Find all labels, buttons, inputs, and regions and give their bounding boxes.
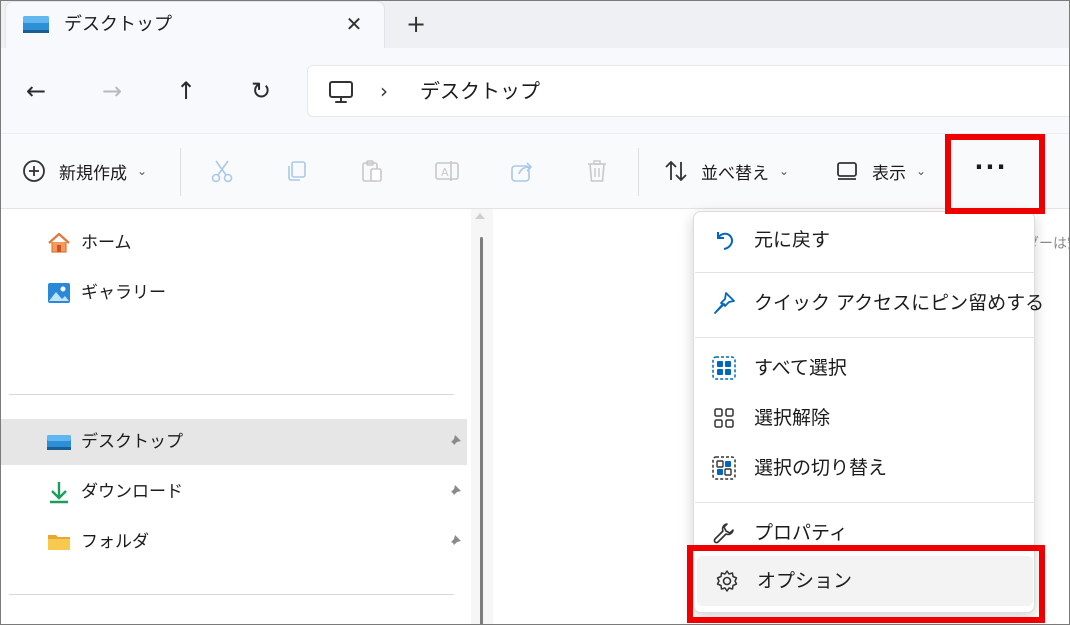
chevron-down-icon: ⌄: [137, 164, 148, 178]
menu-item-undo[interactable]: 元に戻す: [694, 215, 1034, 265]
copy-icon: [288, 161, 306, 181]
undo-icon: [717, 232, 734, 250]
new-button[interactable]: 新規作成 ⌄: [21, 156, 147, 186]
plus-circle-icon: [23, 160, 45, 182]
menu-item-label: 元に戻す: [754, 229, 831, 251]
nav-item-label: ギャラリー: [81, 283, 166, 303]
scroll-up-icon[interactable]: [475, 213, 485, 219]
breadcrumb-chevron-icon[interactable]: ›: [380, 78, 388, 104]
download-icon: [50, 482, 68, 504]
close-icon[interactable]: ✕: [340, 10, 368, 38]
computer-icon: [329, 81, 353, 103]
scissors-icon: [211, 160, 233, 183]
menu-divider: [695, 272, 1035, 273]
view-icon: [837, 162, 857, 180]
paste-button[interactable]: [359, 156, 385, 186]
sort-label: 並べ替え: [701, 163, 769, 184]
nav-divider: [9, 394, 454, 395]
cut-button[interactable]: [209, 156, 235, 186]
menu-item-label: 選択の切り替え: [754, 457, 888, 479]
nav-item-label: ホーム: [81, 233, 132, 253]
menu-divider: [695, 502, 1035, 503]
select-none-icon: [714, 408, 734, 428]
folder-icon: [48, 535, 70, 550]
nav-divider: [9, 594, 454, 595]
nav-item-desktop[interactable]: デスクトップ: [1, 419, 467, 465]
menu-item-label: 選択解除: [754, 407, 831, 429]
trash-icon: [588, 160, 606, 182]
view-label: 表示: [872, 163, 906, 184]
scrollbar-thumb[interactable]: [480, 237, 483, 624]
toolbar-divider: [180, 148, 181, 196]
rename-icon: A: [435, 161, 459, 181]
back-button[interactable]: ←: [19, 74, 53, 108]
wrench-icon: [713, 523, 734, 544]
share-button[interactable]: [509, 156, 535, 186]
nav-item-home[interactable]: ホーム: [1, 220, 467, 266]
desktop-folder-icon: [47, 435, 71, 450]
menu-item-select-all[interactable]: すべて選択: [694, 343, 1034, 393]
tab-bar: デスクトップ ✕ +: [1, 1, 1069, 48]
nav-item-gallery[interactable]: ギャラリー: [1, 270, 467, 316]
navigation-pane: ホーム ギャラリー デスクトップ ダウンロード フォルダ: [1, 209, 471, 624]
menu-item-invert-selection[interactable]: 選択の切り替え: [694, 443, 1034, 493]
nav-item-label: デスクトップ: [81, 432, 183, 452]
tab-desktop[interactable]: デスクトップ ✕: [5, 1, 385, 48]
view-button[interactable]: 表示 ⌄: [834, 156, 926, 186]
delete-button[interactable]: [584, 156, 610, 186]
chevron-down-icon: ⌄: [779, 164, 790, 178]
clipboard-icon: [362, 160, 382, 182]
gallery-icon: [48, 283, 70, 303]
sort-icon: [665, 160, 687, 182]
menu-item-label: すべて選択: [754, 357, 847, 379]
home-icon: [48, 232, 70, 253]
copy-button[interactable]: [284, 156, 310, 186]
rename-button[interactable]: A: [434, 156, 460, 186]
explorer-window: デスクトップ ✕ + ← → ↑ ↻ › デスクトップ 新規作成 ⌄ A 並べ替…: [0, 0, 1070, 625]
menu-divider: [695, 337, 1035, 338]
select-all-icon: [712, 356, 736, 380]
pin-icon: [714, 292, 735, 314]
desktop-folder-icon: [23, 16, 49, 33]
menu-item-select-none[interactable]: 選択解除: [694, 393, 1034, 443]
nav-item-downloads[interactable]: ダウンロード: [1, 469, 467, 515]
breadcrumb-desktop[interactable]: デスクトップ: [420, 78, 540, 104]
highlight-options: [687, 545, 1045, 623]
svg-text:A: A: [441, 166, 449, 179]
new-tab-button[interactable]: +: [401, 9, 431, 39]
chevron-down-icon: ⌄: [916, 164, 927, 178]
toolbar-divider: [638, 148, 639, 196]
address-row: ← → ↑ ↻ › デスクトップ: [1, 48, 1069, 134]
up-button[interactable]: ↑: [169, 74, 203, 108]
address-bar[interactable]: › デスクトップ: [307, 65, 1069, 117]
nav-item-label: ダウンロード: [81, 482, 183, 502]
new-label: 新規作成: [59, 163, 127, 184]
nav-item-folder[interactable]: フォルダ: [1, 519, 467, 565]
menu-item-label: クイック アクセスにピン留めする: [754, 292, 1045, 314]
nav-item-label: フォルダ: [81, 532, 149, 552]
share-icon: [511, 162, 533, 182]
sort-button[interactable]: 並べ替え ⌄: [663, 156, 789, 186]
pin-icon[interactable]: [445, 483, 463, 501]
command-bar: 新規作成 ⌄ A 並べ替え ⌄ 表示 ⌄ ···: [1, 134, 1069, 209]
refresh-button[interactable]: ↻: [244, 74, 278, 108]
highlight-see-more: [945, 134, 1045, 214]
pin-icon[interactable]: [445, 533, 463, 551]
menu-item-pin-quick-access[interactable]: クイック アクセスにピン留めする: [694, 278, 1044, 328]
pin-icon[interactable]: [445, 433, 463, 451]
menu-item-label: プロパティ: [754, 522, 848, 544]
invert-selection-icon: [712, 456, 736, 480]
tab-title: デスクトップ: [64, 14, 172, 35]
forward-button[interactable]: →: [95, 74, 129, 108]
